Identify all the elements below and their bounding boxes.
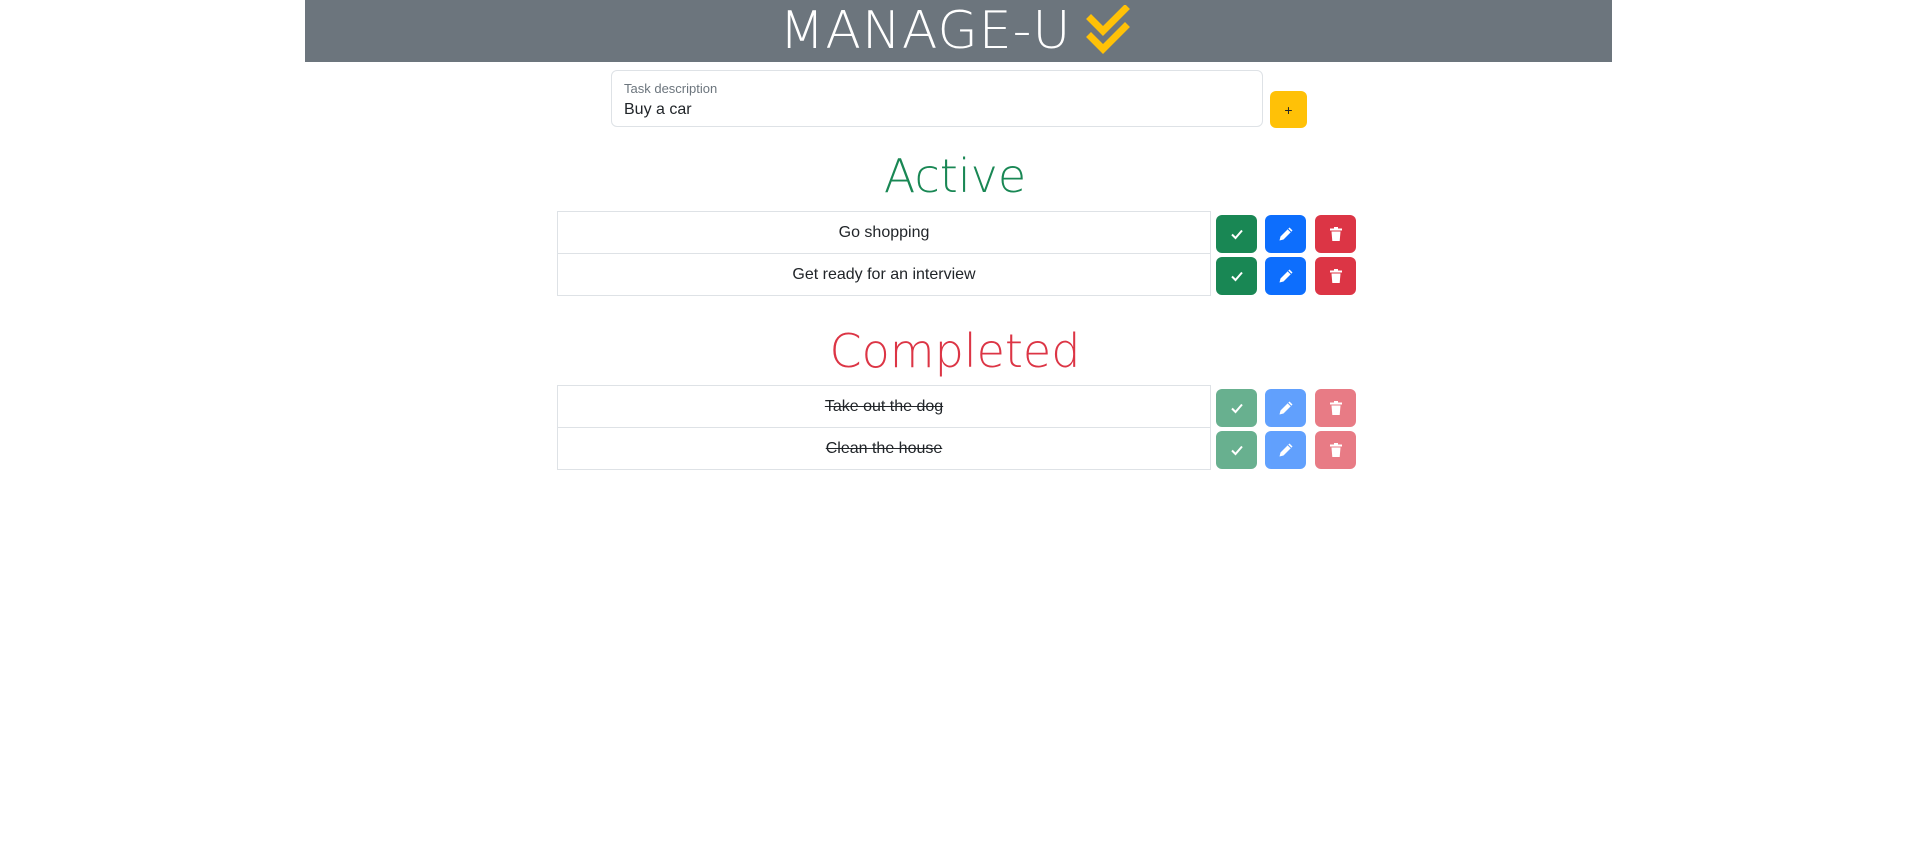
pencil-icon	[1279, 443, 1292, 457]
active-task-row: Go shopping	[557, 211, 1357, 254]
task-text: Get ready for an interview	[557, 253, 1211, 296]
complete-task-button[interactable]	[1216, 389, 1257, 427]
task-text: Clean the house	[557, 427, 1211, 470]
trash-icon	[1329, 269, 1342, 283]
trash-icon	[1329, 401, 1342, 415]
check-icon	[1230, 229, 1243, 240]
edit-task-button[interactable]	[1265, 215, 1306, 253]
delete-task-button[interactable]	[1315, 431, 1356, 469]
delete-task-button[interactable]	[1315, 389, 1356, 427]
edit-task-button[interactable]	[1265, 431, 1306, 469]
completed-heading: Completed	[829, 324, 1081, 378]
double-check-icon	[1085, 4, 1137, 57]
completed-task-row: Clean the house	[557, 427, 1357, 470]
pencil-icon	[1279, 227, 1292, 241]
completed-task-row: Take out the dog	[557, 385, 1357, 428]
check-icon	[1230, 445, 1243, 456]
task-description-input[interactable]	[624, 101, 1244, 119]
pencil-icon	[1279, 401, 1292, 415]
trash-icon	[1329, 227, 1342, 241]
check-icon	[1230, 271, 1243, 282]
delete-task-button[interactable]	[1315, 215, 1356, 253]
delete-task-button[interactable]	[1315, 257, 1356, 295]
app-title: MANAGE-U	[779, 1, 1072, 61]
complete-task-button[interactable]	[1216, 257, 1257, 295]
complete-task-button[interactable]	[1216, 215, 1257, 253]
task-text: Take out the dog	[557, 385, 1211, 428]
edit-task-button[interactable]	[1265, 257, 1306, 295]
pencil-icon	[1279, 269, 1292, 283]
app-header: MANAGE-U	[305, 0, 1612, 62]
task-description-field[interactable]: Task description	[611, 70, 1263, 127]
trash-icon	[1329, 443, 1342, 457]
add-task-button[interactable]: +	[1270, 91, 1307, 128]
edit-task-button[interactable]	[1265, 389, 1306, 427]
complete-task-button[interactable]	[1216, 431, 1257, 469]
task-text: Go shopping	[557, 211, 1211, 254]
task-description-label: Task description	[624, 81, 718, 96]
active-task-row: Get ready for an interview	[557, 253, 1357, 296]
active-heading: Active	[883, 149, 1027, 203]
check-icon	[1230, 403, 1243, 414]
